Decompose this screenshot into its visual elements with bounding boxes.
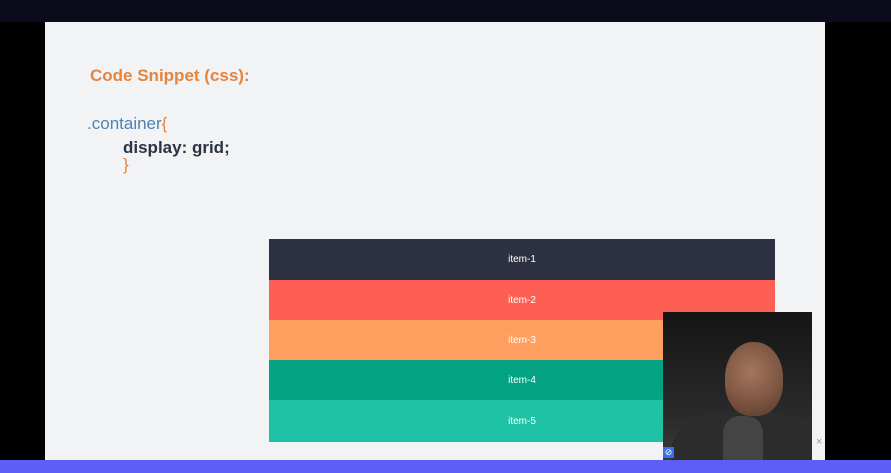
open-brace: {: [161, 114, 168, 133]
presenter-head: [725, 342, 783, 416]
top-band: [0, 0, 891, 22]
close-brace: }: [123, 155, 129, 174]
selector-name: container: [91, 114, 162, 133]
slide-title: Code Snippet (css):: [90, 66, 250, 85]
webcam-badge-icon[interactable]: ⊘: [663, 447, 674, 458]
webcam-overlay[interactable]: [663, 312, 812, 460]
presenter-shirt: [723, 416, 763, 460]
bottom-bar: [0, 460, 891, 473]
grid-item-1: item-1: [269, 239, 775, 280]
css-declaration: display: grid;: [123, 138, 230, 157]
webcam-close-icon[interactable]: ×: [816, 436, 822, 448]
code-snippet: .container{ display: grid; }: [87, 114, 230, 174]
